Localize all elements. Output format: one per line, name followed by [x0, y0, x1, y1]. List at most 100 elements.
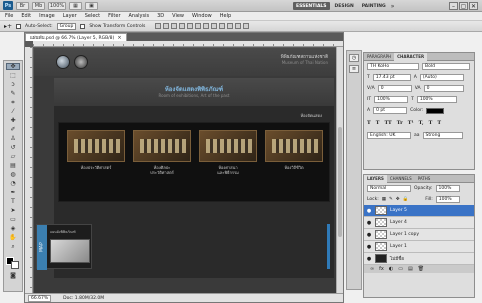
font-family-select[interactable]: TH KoHo	[367, 63, 419, 70]
layer-row[interactable]: ● Layer 4	[364, 217, 474, 229]
distribute-bottom-icon[interactable]	[219, 23, 226, 29]
text-color-swatch[interactable]	[426, 107, 445, 114]
all-caps-button[interactable]: TT	[384, 120, 391, 126]
canvas[interactable]: พิพิธภัณฑสถานแห่งชาติ Museum of Thai Nat…	[34, 48, 336, 294]
lock-position-icon[interactable]: ✥	[396, 197, 400, 202]
color-swatches[interactable]	[5, 256, 21, 270]
visibility-eye-icon[interactable]: ●	[366, 244, 372, 250]
maximize-button[interactable]: ▢	[459, 2, 468, 10]
shape-tool-icon[interactable]: ▭	[6, 216, 20, 223]
faux-bold-button[interactable]: T	[367, 120, 371, 126]
vertical-scrollbar[interactable]	[336, 47, 343, 294]
vertical-scale-field[interactable]: 100%	[374, 96, 409, 103]
arrange-documents-button[interactable]: ▣	[85, 1, 98, 10]
lock-transparency-icon[interactable]: ▦	[382, 197, 386, 202]
fill-field[interactable]: 100%	[435, 196, 460, 203]
3d-rotate-tool-icon[interactable]: ◈	[6, 225, 20, 232]
align-hcenter-icon[interactable]	[187, 23, 194, 29]
menu-select[interactable]: Select	[85, 13, 100, 19]
path-select-tool-icon[interactable]: ➤	[6, 207, 20, 214]
menu-image[interactable]: Image	[39, 13, 55, 19]
distribute-left-icon[interactable]	[227, 23, 234, 29]
workspace-painting[interactable]: PAINTING	[359, 2, 389, 10]
stamp-tool-icon[interactable]: ♙	[6, 135, 20, 142]
tab-channels[interactable]: CHANNELS	[387, 175, 415, 183]
zoom-level-field[interactable]: 66.67%	[28, 294, 52, 302]
tab-paragraph[interactable]: PARAGRAPH	[364, 53, 394, 61]
distribute-vcenter-icon[interactable]	[211, 23, 218, 29]
hand-tool-icon[interactable]: ✋	[6, 234, 20, 241]
visibility-eye-icon[interactable]: ●	[366, 232, 372, 238]
visibility-eye-icon[interactable]: ●	[366, 256, 372, 262]
font-size-field[interactable]: 17.43 pt	[372, 74, 411, 81]
view-extras-button[interactable]: ▦	[69, 1, 82, 10]
eyedropper-tool-icon[interactable]: ⁄	[6, 108, 20, 115]
new-layer-icon[interactable]: ▤	[408, 266, 413, 272]
zoom-tool-icon[interactable]: ⌕	[6, 243, 20, 250]
tracking-field[interactable]: 0	[423, 85, 464, 92]
align-top-icon[interactable]	[155, 23, 162, 29]
blur-tool-icon[interactable]: ◍	[6, 171, 20, 178]
opacity-field[interactable]: 100%	[435, 185, 460, 192]
lasso-tool-icon[interactable]: ↄ	[6, 81, 20, 88]
menu-3d[interactable]: 3D	[157, 13, 164, 19]
close-tab-icon[interactable]: ×	[117, 35, 121, 41]
lock-pixels-icon[interactable]: ✎	[389, 197, 393, 202]
brush-tool-icon[interactable]: ✐	[6, 126, 20, 133]
distribute-top-icon[interactable]	[203, 23, 210, 29]
align-right-icon[interactable]	[195, 23, 202, 29]
mini-bridge-button[interactable]: Mb	[32, 1, 45, 10]
pen-tool-icon[interactable]: ✒	[6, 189, 20, 196]
menu-file[interactable]: File	[5, 13, 13, 19]
small-caps-button[interactable]: Tr	[397, 120, 403, 126]
visibility-eye-icon[interactable]: ●	[366, 208, 372, 214]
crop-tool-icon[interactable]: ⌗	[6, 99, 20, 106]
bridge-button[interactable]: Br	[16, 1, 29, 10]
layer-row[interactable]: ● Layer 5	[364, 205, 474, 217]
move-tool-icon[interactable]: ▸+	[4, 23, 12, 30]
document-tab[interactable]: แผ่นพับ.psd @ 66.7% (Layer 5, RGB/8) ×	[25, 33, 127, 41]
marquee-tool-icon[interactable]: ⬚	[6, 72, 20, 79]
font-style-select[interactable]: Bold	[422, 63, 470, 70]
menu-analysis[interactable]: Analysis	[129, 13, 150, 19]
quick-select-tool-icon[interactable]: ✎	[6, 90, 20, 97]
align-vcenter-icon[interactable]	[163, 23, 170, 29]
layer-style-icon[interactable]: fx	[379, 266, 384, 272]
align-left-icon[interactable]	[179, 23, 186, 29]
menu-view[interactable]: View	[172, 13, 184, 19]
antialias-select[interactable]: Strong	[422, 132, 463, 139]
subscript-button[interactable]: T,	[419, 120, 424, 126]
menu-help[interactable]: Help	[220, 13, 231, 19]
menu-edit[interactable]: Edit	[21, 13, 31, 19]
minimize-button[interactable]: –	[449, 2, 458, 10]
healing-tool-icon[interactable]: ✚	[6, 117, 20, 124]
tab-character[interactable]: CHARACTER	[394, 52, 428, 61]
visibility-eye-icon[interactable]: ●	[366, 220, 372, 226]
language-select[interactable]: English: UK	[367, 132, 411, 139]
horizontal-scale-field[interactable]: 100%	[416, 96, 457, 103]
eraser-tool-icon[interactable]: ▱	[6, 153, 20, 160]
distribute-right-icon[interactable]	[243, 23, 250, 29]
faux-italic-button[interactable]: T	[376, 120, 380, 126]
background-color[interactable]	[11, 261, 19, 269]
quick-mask-icon[interactable]: ◙	[6, 272, 20, 279]
move-tool-icon[interactable]: ✥	[6, 63, 20, 70]
tab-paths[interactable]: PATHS	[415, 175, 434, 183]
distribute-hcenter-icon[interactable]	[235, 23, 242, 29]
lock-all-icon[interactable]: 🔒	[403, 197, 409, 202]
superscript-button[interactable]: T¹	[408, 120, 414, 126]
close-button[interactable]: ✕	[469, 2, 478, 10]
underline-button[interactable]: T	[429, 120, 433, 126]
layer-row[interactable]: ● ไม่มีชื่อ	[364, 253, 474, 265]
history-panel-icon[interactable]: ◷	[349, 54, 359, 62]
more-workspaces-icon[interactable]: »	[391, 3, 395, 10]
scrollbar-thumb[interactable]	[338, 127, 342, 237]
link-layers-icon[interactable]: ∞	[370, 266, 374, 272]
kerning-field[interactable]: 0	[377, 85, 412, 92]
auto-select-checkbox[interactable]	[16, 23, 22, 29]
strikethrough-button[interactable]: T	[437, 120, 441, 126]
zoom-dropdown[interactable]: 100%	[48, 1, 66, 10]
workspace-design[interactable]: DESIGN	[332, 2, 357, 10]
baseline-field[interactable]: 0 pt	[373, 107, 408, 114]
layer-mask-icon[interactable]: ▭	[398, 266, 403, 272]
